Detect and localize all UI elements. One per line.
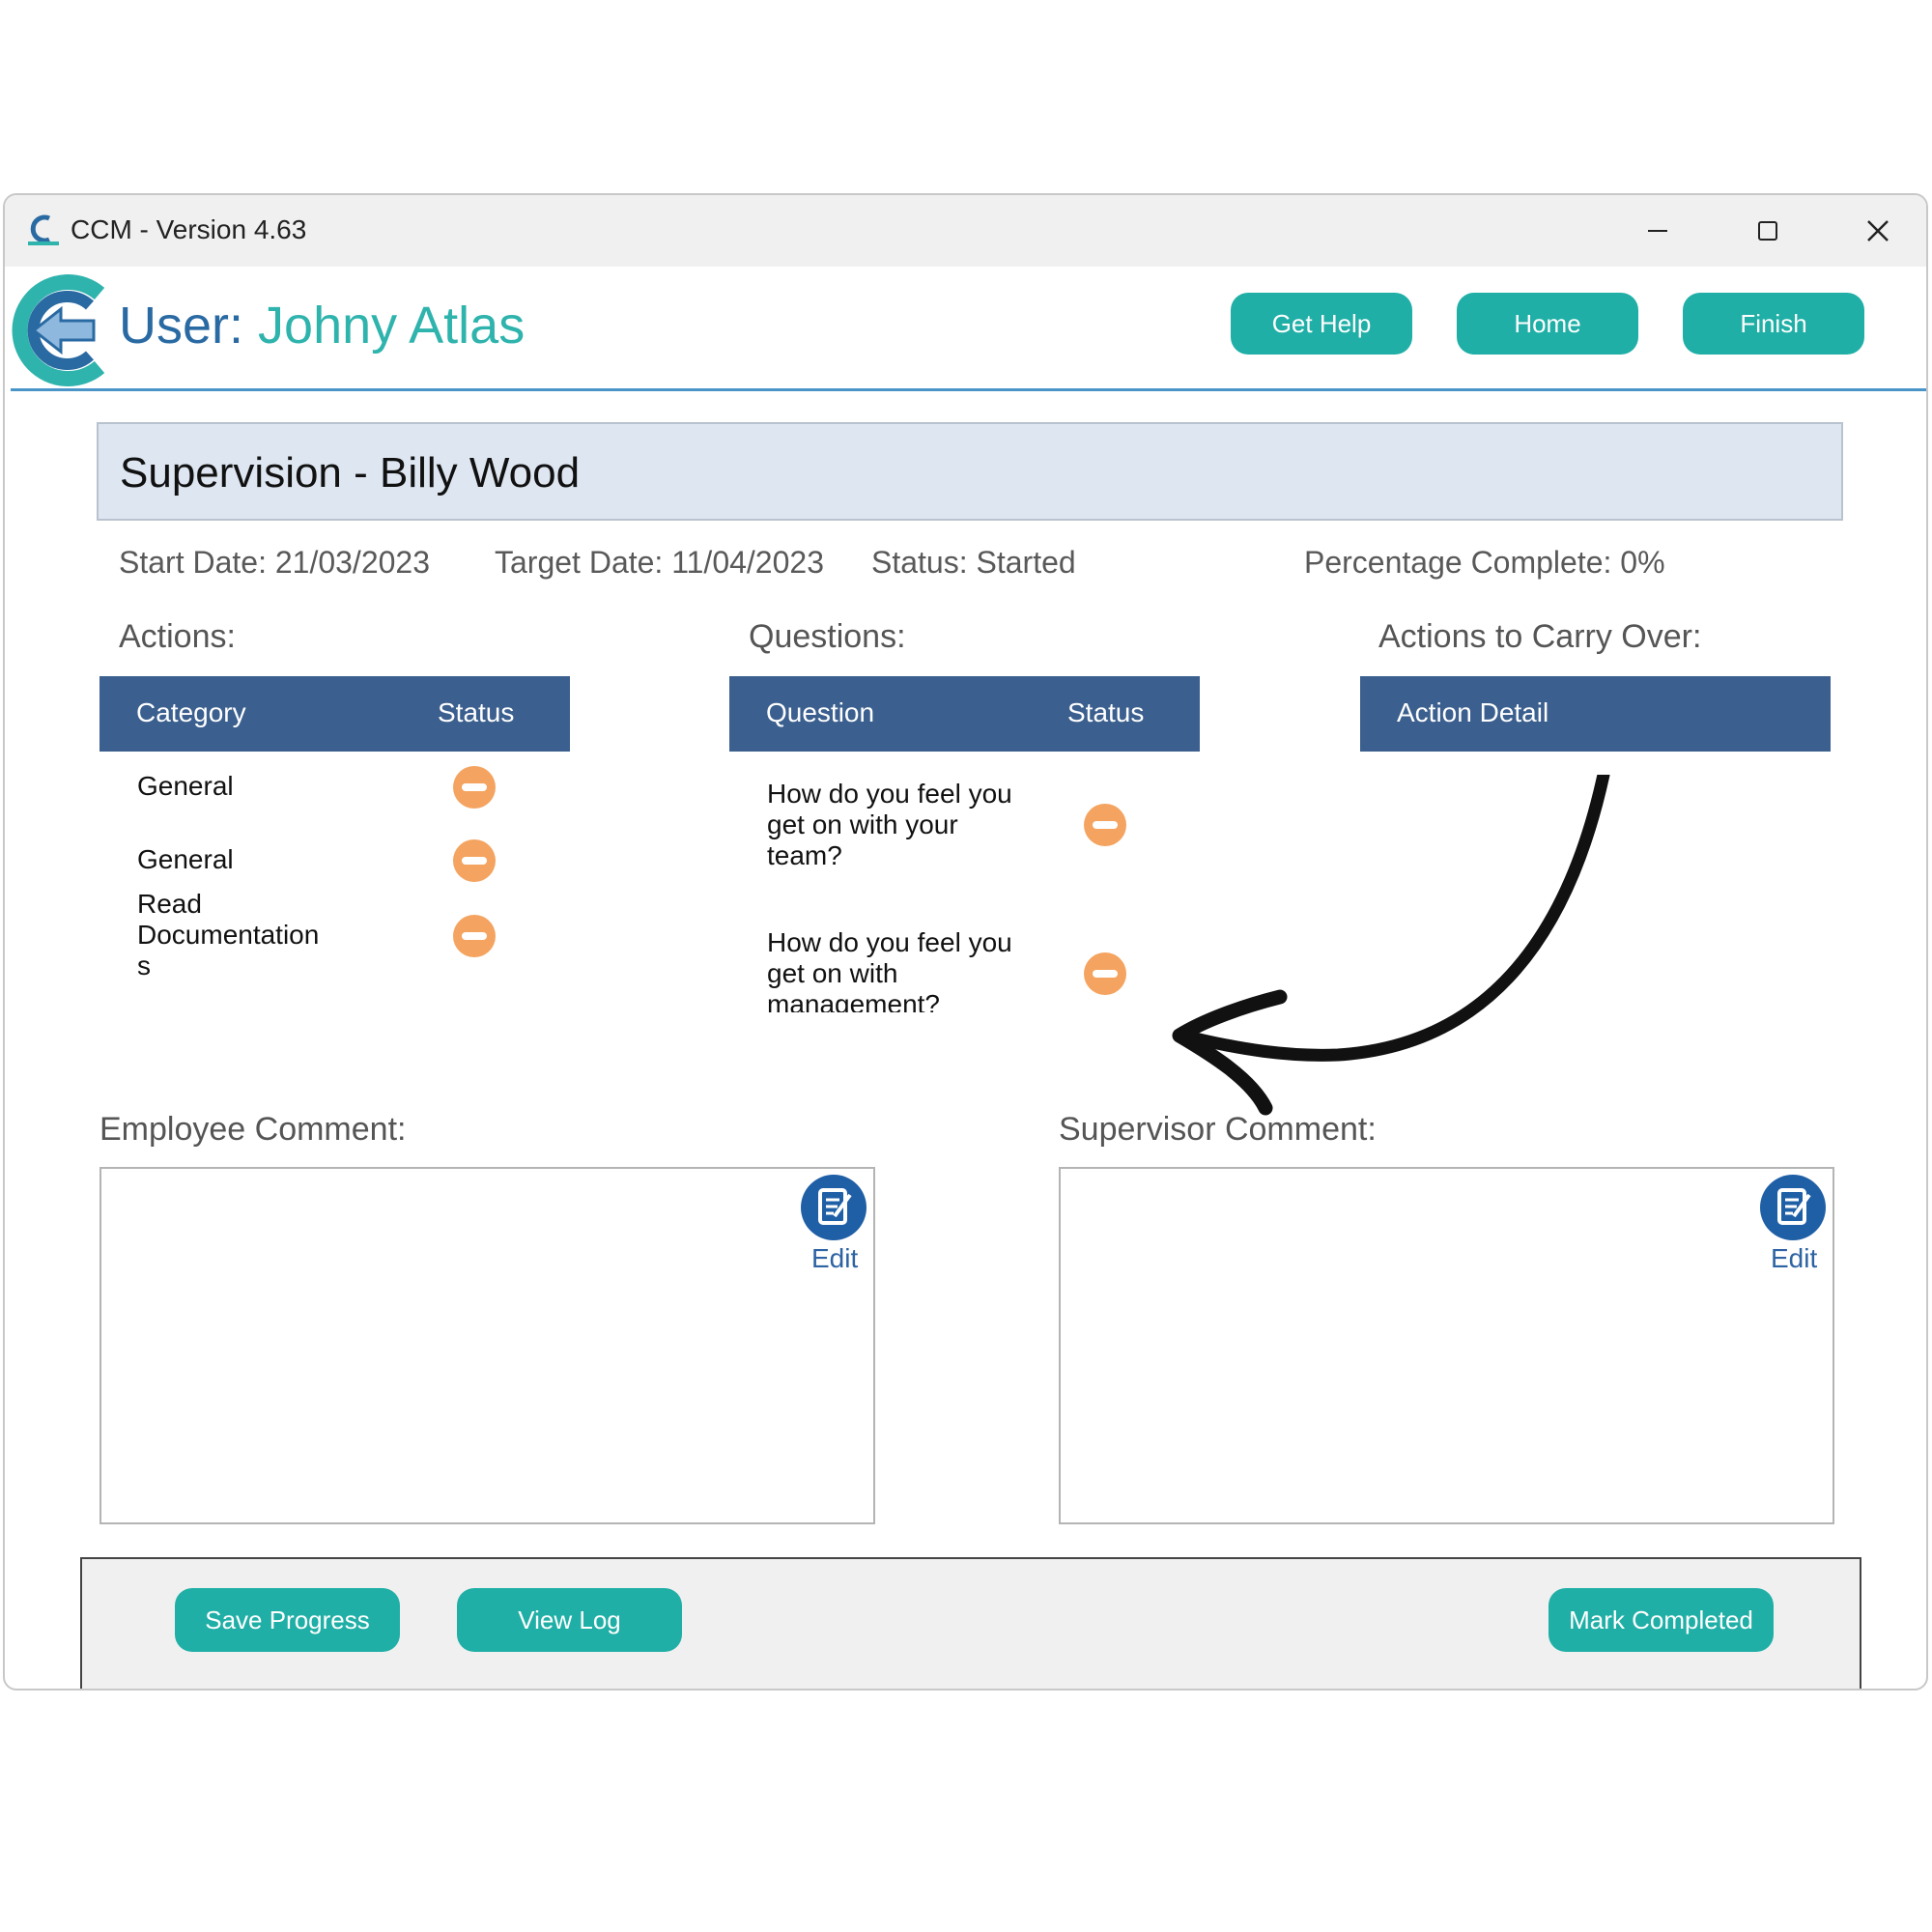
question-line: team?	[767, 840, 842, 870]
question-line: get on with	[767, 958, 898, 988]
mark-completed-button[interactable]: Mark Completed	[1548, 1588, 1774, 1652]
minus-circle-icon	[453, 766, 496, 809]
view-log-button[interactable]: View Log	[457, 1588, 682, 1652]
maximize-icon[interactable]	[1739, 205, 1797, 257]
title-bar: CCM - Version 4.63	[5, 195, 1926, 267]
column-action-detail: Action Detail	[1397, 697, 1549, 727]
action-category: General	[137, 844, 234, 874]
column-status: Status	[438, 697, 515, 727]
minus-circle-icon	[453, 915, 496, 957]
close-icon[interactable]	[1849, 205, 1907, 257]
questions-label: Questions:	[749, 618, 906, 655]
employee-comment-label: Employee Comment:	[99, 1111, 407, 1148]
supervisor-comment-box[interactable]	[1059, 1167, 1834, 1524]
question-line: get on with your	[767, 810, 958, 839]
supervisor-comment-label: Supervisor Comment:	[1059, 1111, 1377, 1148]
column-question: Question	[766, 697, 875, 727]
header-divider	[11, 388, 1926, 391]
start-date: Start Date: 21/03/2023	[119, 545, 430, 580]
column-status: Status	[1067, 697, 1145, 727]
category-line: Documentation	[137, 920, 320, 950]
minimize-icon[interactable]	[1629, 205, 1687, 257]
question-text: How do you feel you get on with manageme…	[767, 927, 1012, 1012]
edit-label: Edit	[811, 1243, 859, 1273]
supervision-title-box: Supervision - Billy Wood	[97, 422, 1843, 521]
category-line: s	[137, 951, 151, 980]
minus-circle-icon	[453, 839, 496, 882]
get-help-button[interactable]: Get Help	[1231, 293, 1412, 355]
edit-note-icon	[1760, 1175, 1826, 1240]
category-line: Read	[137, 889, 202, 919]
supervision-title: Supervision - Billy Wood	[120, 449, 581, 497]
save-progress-button[interactable]: Save Progress	[175, 1588, 400, 1652]
questions-table-header: Question Status	[729, 676, 1200, 752]
question-line: How do you feel you	[767, 779, 1012, 809]
home-button[interactable]: Home	[1457, 293, 1638, 355]
ccm-logo-icon	[12, 274, 105, 386]
action-category: Read Documentation s	[137, 889, 319, 981]
question-text: How do you feel you get on with your tea…	[767, 779, 1012, 871]
question-line: management?	[767, 989, 941, 1012]
carry-over-table-header: Action Detail	[1360, 676, 1831, 752]
question-line: How do you feel you	[767, 927, 1012, 957]
minus-circle-icon	[1084, 804, 1126, 846]
status-text: Status: Started	[871, 545, 1076, 580]
minus-circle-icon	[1084, 952, 1126, 995]
app-logo-icon	[28, 214, 59, 245]
action-category: General	[137, 771, 234, 801]
finish-button[interactable]: Finish	[1683, 293, 1864, 355]
employee-comment-box[interactable]	[99, 1167, 875, 1524]
target-date: Target Date: 11/04/2023	[495, 545, 824, 580]
edit-label: Edit	[1771, 1243, 1818, 1273]
user-name: Johny Atlas	[258, 297, 526, 355]
percentage-complete: Percentage Complete: 0%	[1304, 545, 1665, 580]
carry-over-label: Actions to Carry Over:	[1378, 618, 1702, 655]
app-window: CCM - Version 4.63 User: Johny Atlas Get…	[3, 193, 1928, 1690]
edit-note-icon	[801, 1175, 867, 1240]
column-category: Category	[136, 697, 246, 727]
actions-label: Actions:	[119, 618, 236, 655]
user-label: User:	[119, 297, 244, 355]
annotation-arrow-icon	[1172, 775, 1610, 1116]
window-title: CCM - Version 4.63	[71, 214, 307, 244]
user-heading: User: Johny Atlas	[119, 296, 525, 355]
actions-table-header: Category Status	[99, 676, 570, 752]
